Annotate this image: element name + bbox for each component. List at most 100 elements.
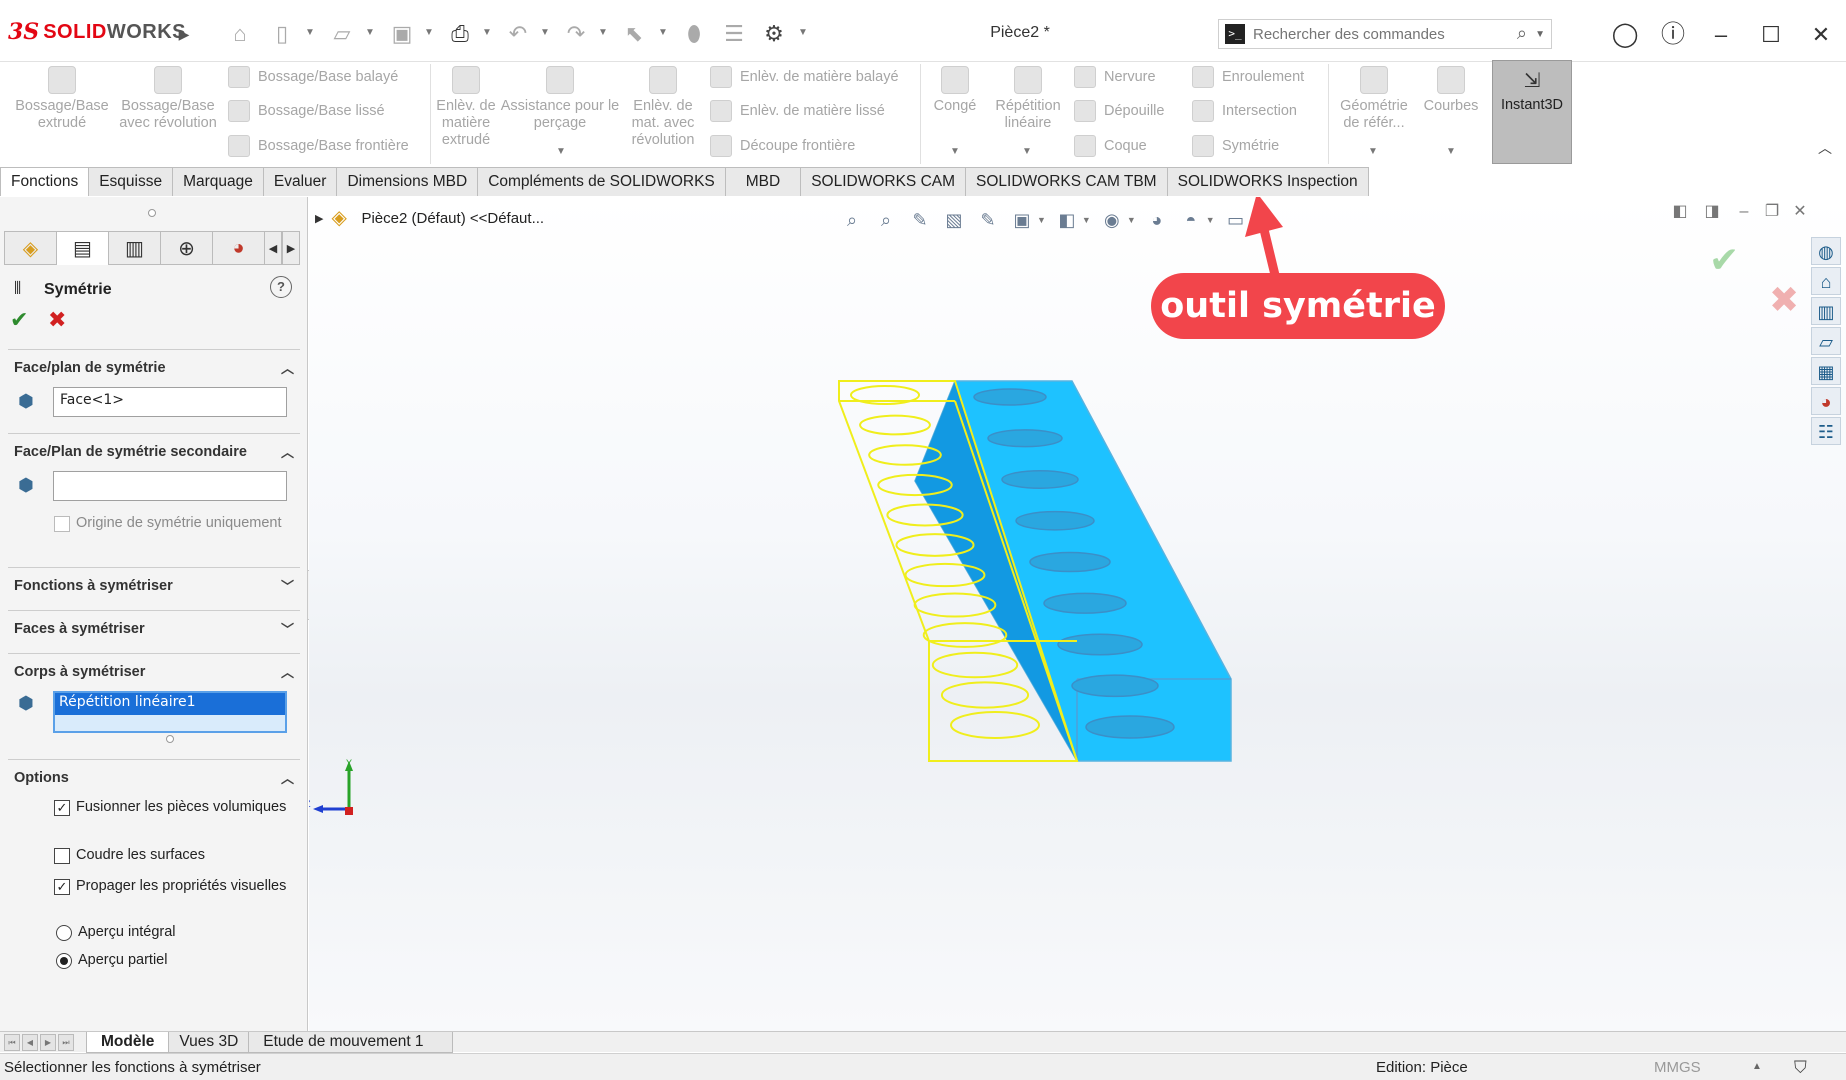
- tile-left-icon[interactable]: ◧: [1669, 201, 1691, 223]
- edit-appearance-icon[interactable]: ◕: [1144, 207, 1170, 233]
- home-icon[interactable]: ⌂: [226, 20, 254, 48]
- maximize-window-button[interactable]: ☐: [1756, 20, 1786, 50]
- tab-solidworks-cam-tbm[interactable]: SOLIDWORKS CAM TBM: [965, 167, 1168, 196]
- appearances-icon[interactable]: ◕: [1811, 387, 1841, 415]
- search-icon[interactable]: ⌕: [1517, 23, 1527, 44]
- search-caret-icon[interactable]: ▼: [1535, 29, 1545, 40]
- dimxpert-tab-icon[interactable]: ⊕: [160, 231, 213, 265]
- curves-button[interactable]: Courbes: [1418, 66, 1484, 115]
- hide-show-items-icon[interactable]: ◉: [1099, 207, 1125, 233]
- select-cursor-icon[interactable]: ⬉: [620, 20, 648, 48]
- first-tab-icon[interactable]: ⏮: [4, 1034, 20, 1051]
- loft-cut-button[interactable]: Enlèv. de matière lissé: [710, 98, 885, 124]
- group-features-to-mirror[interactable]: Fonctions à symétriser ﹀: [8, 567, 300, 599]
- tab-marquage[interactable]: Marquage: [172, 167, 264, 196]
- draft-button[interactable]: Dépouille: [1074, 98, 1164, 124]
- custom-properties-icon[interactable]: ☷: [1811, 417, 1841, 445]
- expand-tree-icon[interactable]: ▶: [315, 212, 323, 225]
- curves-caret-icon[interactable]: ▼: [1446, 146, 1456, 157]
- full-preview-radio[interactable]: Aperçu intégral: [56, 924, 176, 941]
- tab-fonctions[interactable]: Fonctions: [0, 167, 89, 196]
- bodies-selection-list[interactable]: Répétition linéaire1: [53, 691, 287, 733]
- tab-motion-study[interactable]: Etude de mouvement 1: [248, 1032, 452, 1053]
- apply-scene-icon[interactable]: ◓: [1178, 207, 1204, 233]
- options-gear-icon[interactable]: ⚙: [760, 20, 788, 48]
- dynamic-annotation-icon[interactable]: ✎: [975, 207, 1001, 233]
- swept-boss-button[interactable]: Bossage/Base balayé: [228, 64, 398, 90]
- mirror-face-selection-box[interactable]: Face<1>: [53, 387, 287, 417]
- original-body[interactable]: [915, 381, 1231, 761]
- feature-tree-flyout[interactable]: ▶ ◈ Pièce2 (Défaut) <<Défaut...: [315, 207, 544, 229]
- list-item[interactable]: Répétition linéaire1: [55, 693, 285, 715]
- swept-cut-button[interactable]: Enlèv. de matière balayé: [710, 64, 899, 90]
- extrude-cut-button[interactable]: Enlèv. de matière extrudé: [436, 66, 496, 149]
- tabs-scroll-left-icon[interactable]: ◀: [264, 231, 282, 265]
- new-caret-icon[interactable]: ▼: [305, 28, 315, 38]
- tab-solidworks-cam[interactable]: SOLIDWORKS CAM: [800, 167, 966, 196]
- chevron-down-icon[interactable]: ﹀: [281, 576, 294, 595]
- group-secondary-face[interactable]: Face/Plan de symétrie secondaire ︿: [8, 433, 300, 465]
- save-caret-icon[interactable]: ▼: [424, 28, 434, 38]
- viewport-minimize-button[interactable]: –: [1733, 201, 1755, 223]
- property-manager-tab-icon[interactable]: ▤: [56, 231, 109, 265]
- previous-view-icon[interactable]: ✎: [907, 207, 933, 233]
- display-style-caret-icon[interactable]: ▼: [1082, 215, 1091, 225]
- list-resize-handle[interactable]: [166, 735, 174, 743]
- tab-3d-views[interactable]: Vues 3D: [168, 1032, 249, 1053]
- merge-solids-checkbox[interactable]: ✓ Fusionner les pièces volumiques: [54, 799, 286, 816]
- help-icon[interactable]: ⓘ: [1658, 20, 1688, 50]
- loft-boss-button[interactable]: Bossage/Base lissé: [228, 98, 385, 124]
- boundary-cut-button[interactable]: Découpe frontière: [710, 133, 855, 159]
- rib-button[interactable]: Nervure: [1074, 64, 1156, 90]
- viewport-restore-button[interactable]: ❐: [1761, 201, 1783, 223]
- panel-resize-handle[interactable]: [148, 209, 156, 217]
- confirmation-ok-icon[interactable]: ✔: [1709, 239, 1739, 281]
- zoom-to-area-icon[interactable]: ⌕: [873, 207, 899, 233]
- viewport-close-button[interactable]: ✕: [1789, 201, 1811, 223]
- boundary-boss-button[interactable]: Bossage/Base frontière: [228, 133, 409, 159]
- mirror-button[interactable]: Symétrie: [1192, 133, 1279, 159]
- view-orientation-icon[interactable]: ▣: [1009, 207, 1035, 233]
- units-caret-icon[interactable]: ▲: [1752, 1061, 1762, 1072]
- rebuild-icon[interactable]: ⬮: [680, 20, 708, 48]
- group-bodies-to-mirror[interactable]: Corps à symétriser ︿: [8, 653, 300, 685]
- knit-surfaces-checkbox[interactable]: Coudre les surfaces: [54, 847, 205, 864]
- home-icon[interactable]: ⌂: [1811, 267, 1841, 295]
- group-mirror-face[interactable]: Face/plan de symétrie ︿: [8, 349, 300, 381]
- undo-caret-icon[interactable]: ▼: [540, 28, 550, 38]
- revolve-boss-button[interactable]: Bossage/Base avec révolution: [118, 66, 218, 132]
- display-manager-tab-icon[interactable]: ◕: [212, 231, 265, 265]
- tile-right-icon[interactable]: ◨: [1701, 201, 1723, 223]
- tab-complements[interactable]: Compléments de SOLIDWORKS: [477, 167, 726, 196]
- configuration-manager-tab-icon[interactable]: ▥: [108, 231, 161, 265]
- solidworks-logo[interactable]: 3S SOLIDWORKS: [8, 20, 186, 44]
- close-window-button[interactable]: ✕: [1806, 20, 1836, 50]
- view-settings-icon[interactable]: ▭: [1223, 207, 1249, 233]
- tab-mbd[interactable]: MBD: [725, 167, 801, 196]
- model-graphics[interactable]: [309, 197, 1846, 1031]
- print-icon[interactable]: ⎙: [446, 20, 474, 48]
- file-properties-icon[interactable]: ☰: [720, 20, 748, 48]
- scene-caret-icon[interactable]: ▼: [1206, 215, 1215, 225]
- design-library-icon[interactable]: ▥: [1811, 297, 1841, 325]
- open-caret-icon[interactable]: ▼: [365, 28, 375, 38]
- open-folder-icon[interactable]: ▱: [328, 20, 356, 48]
- fillet-button[interactable]: Congé: [926, 66, 984, 115]
- unit-system-selector[interactable]: MMGS: [1654, 1059, 1701, 1076]
- origin-only-checkbox[interactable]: Origine de symétrie uniquement: [54, 515, 282, 532]
- print-caret-icon[interactable]: ▼: [482, 28, 492, 38]
- reference-geometry-button[interactable]: Géométrie de référ...: [1334, 66, 1414, 132]
- last-tab-icon[interactable]: ⏭: [58, 1034, 74, 1051]
- chevron-up-icon[interactable]: ︿: [281, 358, 294, 377]
- tab-esquisse[interactable]: Esquisse: [88, 167, 173, 196]
- display-style-icon[interactable]: ◧: [1054, 207, 1080, 233]
- shell-button[interactable]: Coque: [1074, 133, 1147, 159]
- secondary-face-selection-box[interactable]: [53, 471, 287, 501]
- ref-geometry-caret-icon[interactable]: ▼: [1368, 146, 1378, 157]
- chevron-up-icon[interactable]: ︿: [281, 768, 294, 787]
- view-palette-icon[interactable]: ▦: [1811, 357, 1841, 385]
- user-account-icon[interactable]: ◯: [1610, 20, 1640, 50]
- collapse-ribbon-icon[interactable]: ︿: [1818, 138, 1832, 158]
- prev-tab-icon[interactable]: ◀: [22, 1034, 38, 1051]
- zoom-to-fit-icon[interactable]: ⌕: [839, 207, 865, 233]
